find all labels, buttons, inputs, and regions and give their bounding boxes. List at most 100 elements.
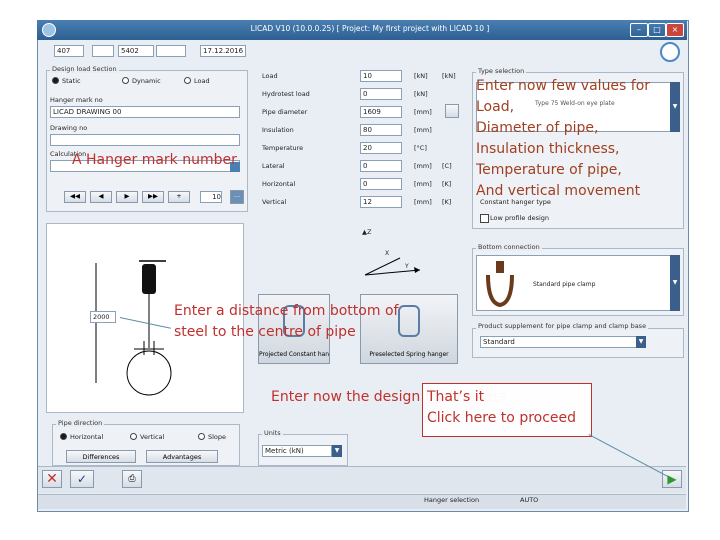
pipe-section [126, 350, 172, 396]
callout-distance-line-1: Enter a distance from bottom of [174, 303, 399, 319]
nav-page-field[interactable]: 10 [200, 191, 222, 203]
next-button[interactable]: ▶ [662, 470, 682, 488]
input-unit: [kN] [414, 90, 428, 98]
nav-more-button[interactable]: ... [230, 190, 244, 204]
input-unit: [mm] [414, 162, 432, 170]
type-selection-title: Type selection [476, 67, 527, 75]
input-value[interactable]: 80 [360, 124, 402, 136]
input-unit: [kN] [414, 72, 428, 80]
input-extra: [C] [442, 162, 452, 170]
input-label: Lateral [262, 162, 285, 170]
input-value[interactable]: 1609 [360, 106, 402, 118]
nav-add-button[interactable]: + [168, 191, 190, 203]
input-value[interactable]: 20 [360, 142, 402, 154]
radio-load[interactable] [184, 77, 191, 84]
load-input-table: Load 10 [kN] [kN] Hydrotest load 0 [kN] Pipe di… [262, 70, 462, 220]
units-select[interactable]: Metric (kN) [262, 445, 332, 457]
callout-values-line: And vertical movement [476, 183, 641, 199]
nav-last-button[interactable]: ▶▶ [142, 191, 164, 203]
radio-horizontal-label: Horizontal [70, 433, 104, 441]
cancel-button[interactable]: ✕ [42, 470, 62, 488]
constant-hanger-label: Projected Constant hanger [259, 351, 330, 358]
callout-values: Enter now few values for Load, Diameter of… [476, 76, 650, 202]
input-unit: [mm] [414, 108, 432, 116]
print-button[interactable]: ⎙ [122, 470, 142, 488]
input-label: Insulation [262, 126, 294, 134]
input-value[interactable]: 0 [360, 160, 402, 172]
callout-values-line: Insulation thickness, [476, 141, 620, 157]
maximize-button[interactable]: □ [648, 23, 666, 37]
callout-values-line: Temperature of pipe, [476, 162, 622, 178]
input-value[interactable]: 10 [360, 70, 402, 82]
distance-input[interactable]: 2000 [90, 311, 116, 323]
design-load-title: Design load Section [50, 65, 119, 73]
input-label: Vertical [262, 198, 287, 206]
advantages-button[interactable]: Advantages [146, 450, 218, 463]
axis-arrowhead [414, 267, 420, 273]
pipe-direction-title: Pipe direction [56, 419, 105, 427]
supplement-select[interactable]: Standard [480, 336, 640, 348]
bottom-connection-value: Standard pipe clamp [533, 281, 596, 288]
type-dropdown-icon[interactable]: ▼ [670, 82, 680, 132]
status-bar [38, 494, 686, 509]
radio-slope-label: Slope [208, 433, 227, 441]
callout-values-line: Enter now few values for [476, 78, 651, 94]
callout-click-here: Click here to proceed [427, 410, 577, 426]
callout-distance-line-2: steel to the centre of pipe [174, 324, 356, 340]
input-label: Temperature [262, 144, 304, 152]
radio-static[interactable] [52, 77, 59, 84]
input-unit: [mm] [414, 198, 432, 206]
drawing-no-input[interactable] [50, 134, 240, 146]
input-value[interactable]: 0 [360, 178, 402, 190]
callout-design-params-a: Enter now the design [271, 389, 425, 405]
header-field-3[interactable]: 5402 [118, 45, 154, 57]
axis-z-label: ▲Z [362, 228, 372, 236]
input-options-button[interactable] [445, 104, 459, 118]
status-auto: AUTO [520, 496, 539, 504]
header-field-4[interactable] [156, 45, 186, 57]
nav-first-button[interactable]: ◀◀ [64, 191, 86, 203]
units-dropdown-icon[interactable]: ▼ [332, 445, 342, 457]
bottom-connection-title: Bottom connection [476, 243, 542, 251]
radio-slope[interactable] [198, 433, 205, 440]
input-unit: [°C] [414, 144, 427, 152]
status-mode: Hanger selection [424, 496, 480, 504]
input-extra: [kN] [442, 72, 456, 80]
low-profile-label: Low profile design [490, 214, 550, 222]
supplement-dropdown-icon[interactable]: ▼ [636, 336, 646, 348]
header-field-2[interactable] [92, 45, 114, 57]
radio-vertical[interactable] [130, 433, 137, 440]
axis-diagram [364, 257, 421, 276]
units-title: Units [262, 429, 283, 437]
low-profile-checkbox[interactable] [480, 214, 489, 223]
supplement-title: Product supplement for pipe clamp and cl… [476, 322, 649, 330]
input-value[interactable]: 12 [360, 196, 402, 208]
radio-vertical-label: Vertical [140, 433, 165, 441]
radio-horizontal[interactable] [60, 433, 67, 440]
hanger-mark-input[interactable]: LICAD DRAWING 00 [50, 106, 240, 118]
input-unit: [mm] [414, 180, 432, 188]
spring-hanger-label: Preselected Spring hanger [369, 351, 449, 358]
callout-values-line: Diameter of pipe, [476, 120, 599, 136]
radio-dynamic[interactable] [122, 77, 129, 84]
check-button[interactable]: ✓ [70, 470, 94, 488]
input-label: Horizontal [262, 180, 296, 188]
radio-dynamic-label: Dynamic [132, 77, 161, 85]
nav-next-button[interactable]: ▶ [116, 191, 138, 203]
differences-button[interactable]: Differences [66, 450, 136, 463]
input-unit: [mm] [414, 126, 432, 134]
input-value[interactable]: 0 [360, 88, 402, 100]
axis-y-label: Y [405, 263, 409, 270]
nav-prev-button[interactable]: ◀ [90, 191, 112, 203]
close-button[interactable]: × [666, 23, 684, 37]
header-field-1[interactable]: 407 [54, 45, 84, 57]
drawing-no-label: Drawing no [50, 124, 88, 132]
bottom-dropdown-icon[interactable]: ▼ [670, 255, 680, 311]
input-extra: [K] [442, 198, 452, 206]
app-icon [42, 23, 56, 37]
input-label: Pipe diameter [262, 108, 308, 116]
input-label: Hydrotest load [262, 90, 310, 98]
input-label: Load [262, 72, 278, 80]
minimize-button[interactable]: – [630, 23, 648, 37]
axis-x-label: X [385, 250, 390, 257]
